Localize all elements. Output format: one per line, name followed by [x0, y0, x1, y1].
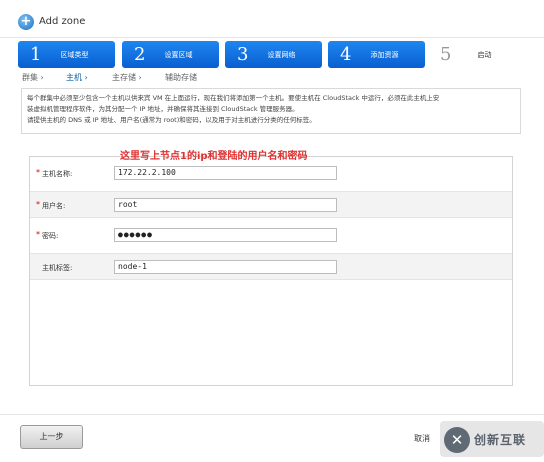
step-label: 设置网络 [267, 51, 296, 59]
step-setup-zone[interactable]: 2 设置区域 [122, 41, 219, 68]
step-launch: 5 启动 [428, 41, 525, 68]
step-label: 区域类型 [60, 51, 89, 59]
required-mark: * [36, 200, 40, 209]
back-button[interactable]: 上一步 [20, 425, 83, 449]
dialog-titlebar: + Add zone [0, 0, 544, 38]
footer-divider [0, 414, 544, 415]
step-label: 添加资源 [370, 51, 399, 59]
step-label: 设置区域 [164, 51, 193, 59]
password-row: * 密码: ●●●●●● [30, 222, 512, 249]
username-row: * 用户名: root [30, 191, 512, 218]
subtab-cluster[interactable]: 群集 › [22, 72, 44, 83]
username-label: 用户名: [42, 202, 66, 210]
step-zone-type[interactable]: 1 区域类型 [18, 41, 115, 68]
watermark-text: 创新互联 [474, 433, 527, 447]
dialog-title: Add zone [39, 16, 86, 27]
description-line: 请提供主机的 DNS 或 IP 地址、用户名(通常为 root)和密码，以及用于… [27, 116, 316, 124]
username-input[interactable]: root [114, 198, 337, 212]
host-tags-input[interactable]: node-1 [114, 260, 337, 274]
subtab-host[interactable]: 主机 › [66, 72, 88, 83]
step-add-resources[interactable]: 4 添加资源 [328, 41, 425, 68]
description-line: 装虚拟机管理程序软件，为其分配一个 IP 地址，并确保将其连接到 CloudSt… [27, 105, 299, 113]
watermark-logo: ✕ 创新互联 [444, 425, 544, 457]
subtab-secondary-storage[interactable]: 辅助存储 [165, 72, 197, 83]
step-label: 启动 [477, 51, 492, 59]
required-mark: * [36, 168, 40, 177]
wizard-steps: 1 区域类型 2 设置区域 3 设置网络 4 添加资源 5 启动 [18, 41, 528, 69]
watermark-x-icon: ✕ [450, 431, 464, 449]
hostname-input[interactable]: 172.22.2.100 [114, 166, 337, 180]
password-input[interactable]: ●●●●●● [114, 228, 337, 242]
hostname-label: 主机名称: [42, 170, 73, 178]
required-mark: * [36, 230, 40, 239]
host-tags-row: 主机标签: node-1 [30, 253, 512, 280]
description-line: 每个群集中必须至少包含一个主机以供来宾 VM 在上面运行，现在我们将添加第一个主… [27, 94, 440, 102]
add-zone-icon: + [18, 14, 34, 30]
step-description: 每个群集中必须至少包含一个主机以供来宾 VM 在上面运行，现在我们将添加第一个主… [21, 88, 521, 134]
cancel-button[interactable]: 取消 [414, 433, 430, 444]
host-tags-label: 主机标签: [42, 264, 73, 272]
password-label: 密码: [42, 232, 59, 240]
step-setup-network[interactable]: 3 设置网络 [225, 41, 322, 68]
hostname-row: * 主机名称: 172.22.2.100 [30, 160, 512, 187]
subtab-primary-storage[interactable]: 主存储 › [112, 72, 142, 83]
